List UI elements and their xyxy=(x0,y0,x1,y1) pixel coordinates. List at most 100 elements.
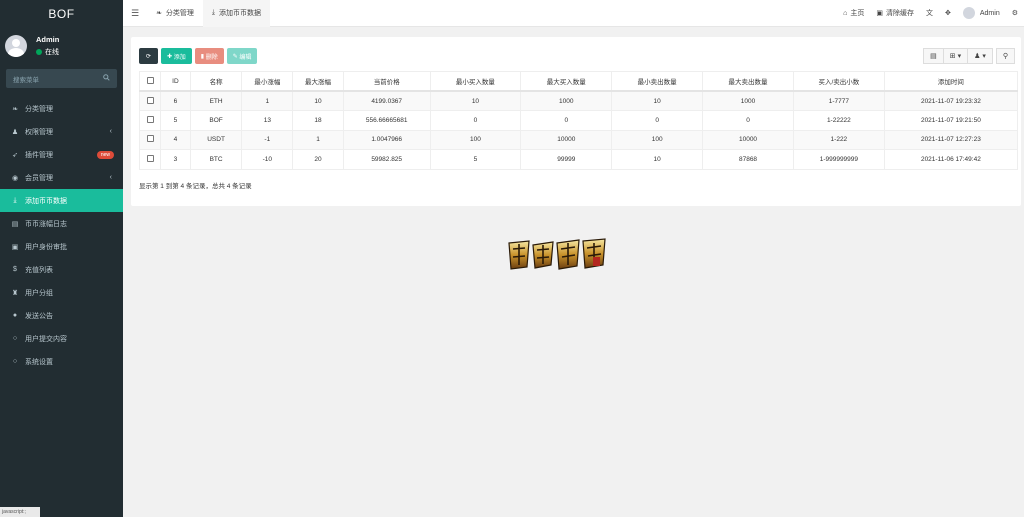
group-icon: ♜ xyxy=(11,289,19,297)
delete-button[interactable]: ▮ 删除 xyxy=(194,48,224,64)
add-button[interactable]: ✚ 添加 xyxy=(161,48,192,64)
select-all-checkbox[interactable] xyxy=(146,76,154,84)
sidebar-item-3[interactable]: ◉ 会员管理 ‹ xyxy=(0,166,123,189)
sidebar-item-7[interactable]: $ 充值列表 xyxy=(0,258,123,281)
table-cell: 10000 xyxy=(520,129,613,150)
tab-add-coin-data[interactable]: ⤓ 添加币币数据 xyxy=(202,0,270,27)
fullscreen-icon: ✥ xyxy=(945,10,951,17)
sidebar-item-label: 会员管理 xyxy=(25,174,53,182)
user-menu-name: Admin xyxy=(979,9,1000,17)
table-search-button[interactable]: ⚲ xyxy=(995,48,1015,64)
column-header[interactable]: 最小买入数量 xyxy=(429,71,522,92)
sidebar-search-input[interactable]: 搜索菜单 xyxy=(13,74,39,84)
table-cell: 5 xyxy=(429,149,522,170)
column-header[interactable]: 最大涨幅 xyxy=(292,71,344,92)
sidebar-item-1[interactable]: ♟ 权限管理 ‹ xyxy=(0,120,123,143)
table-row[interactable]: 3 BTC -10 20 59982.825 5 99999 10 87868 1-9999999… xyxy=(138,149,1019,170)
app-root: BOF Admin 在线 搜索菜单 ❧ 分类管理 ♟ 权限管理 ‹ ➶ 插件管理 new ◉ 会员… xyxy=(0,0,1024,517)
sidebar-item-0[interactable]: ❧ 分类管理 xyxy=(0,97,123,120)
user-menu[interactable]: Admin xyxy=(957,7,1006,19)
app-logo[interactable]: BOF xyxy=(0,0,123,27)
column-header[interactable]: 最大买入数量 xyxy=(520,71,613,92)
tab-category[interactable]: ❧ 分类管理 xyxy=(147,0,203,27)
home-icon: ⌂ xyxy=(843,9,848,17)
table-cell: 1-999999999 xyxy=(792,149,885,170)
table-cell: 0 xyxy=(702,110,794,131)
table-cell: 2021-11-07 19:21:50 xyxy=(883,110,1019,131)
row-select-cell xyxy=(138,90,162,111)
table-cell: 2021-11-06 17:49:42 xyxy=(883,149,1019,170)
user-panel: Admin 在线 xyxy=(0,27,123,65)
sidebar-item-2[interactable]: ➶ 插件管理 new xyxy=(0,143,123,166)
column-header[interactable]: 添加时间 xyxy=(883,71,1019,92)
sidebar-item-11[interactable]: ○ 系统设置 xyxy=(0,350,123,373)
sidebar-item-5[interactable]: ▤ 币币涨幅日志 xyxy=(0,212,123,235)
columns-button[interactable]: ⊞ ▾ xyxy=(943,48,969,64)
clear-cache-link[interactable]: ▣ 清除缓存 xyxy=(870,8,920,18)
table-cell: -1 xyxy=(241,129,294,150)
fullscreen-button[interactable]: ✥ xyxy=(939,9,957,17)
table-cell: 1-222 xyxy=(792,129,885,150)
sidebar-item-label: 充值列表 xyxy=(25,266,53,274)
table-cell: 59982.825 xyxy=(342,149,431,170)
user-name: Admin xyxy=(36,35,60,44)
id-card-icon: ▣ xyxy=(11,243,19,251)
table-cell: 1-22222 xyxy=(792,110,885,131)
settings-button[interactable]: ⚙ xyxy=(1006,9,1024,17)
column-header[interactable]: ID xyxy=(160,71,191,92)
table-row[interactable]: 5 BOF 13 18 556.66665681 0 0 0 0 1-22222 2021-11-0… xyxy=(138,110,1019,131)
sidebar-item-9[interactable]: ● 发送公告 xyxy=(0,304,123,327)
table-cell: 10 xyxy=(429,90,522,111)
toggle-view-button[interactable]: ▤ xyxy=(923,48,944,64)
table-cell: 1000 xyxy=(520,90,613,111)
leaf-icon: ❧ xyxy=(12,105,18,113)
menu-toggle-icon[interactable]: ☰ xyxy=(123,8,147,19)
table-cell: 99999 xyxy=(520,149,613,170)
avatar xyxy=(962,7,975,19)
chevron-left-icon: ‹ xyxy=(109,128,112,135)
table-cell: 13 xyxy=(241,110,294,131)
tab-label: 分类管理 xyxy=(165,10,194,17)
edit-button[interactable]: ✎ 编辑 xyxy=(226,48,258,64)
coin-data-table: ID 名称 最小涨幅 最大涨幅 当前价格 最小买入数量 最大买入数量 最小卖出数量 最大卖出数量… xyxy=(138,71,1019,170)
table-row[interactable]: 6 ETH 1 10 4199.0367 10 1000 10 1000 1-7777 2021-1… xyxy=(138,90,1019,111)
sidebar-item-8[interactable]: ♜ 用户分组 xyxy=(0,281,123,304)
table-cell: 1 xyxy=(292,129,344,150)
megaphone-icon: ● xyxy=(12,312,18,319)
export-button[interactable]: ♟ ▾ xyxy=(968,48,993,64)
column-header[interactable]: 最小涨幅 xyxy=(241,71,294,92)
table-cell: 87868 xyxy=(702,149,794,170)
refresh-button[interactable]: ⟳ xyxy=(139,48,158,64)
table-cell: 100 xyxy=(611,129,704,150)
table-cell: 5 xyxy=(160,110,191,131)
column-header[interactable]: 最小卖出数量 xyxy=(611,71,704,92)
table-cell: 4199.0367 xyxy=(342,90,431,111)
search-icon[interactable] xyxy=(103,74,110,83)
row-checkbox[interactable] xyxy=(146,115,154,123)
column-header[interactable]: 最大卖出数量 xyxy=(702,71,794,92)
table-cell: BTC xyxy=(189,149,243,170)
table-cell: 4 xyxy=(160,129,191,150)
row-checkbox[interactable] xyxy=(146,154,154,162)
search-icon: ⚲ xyxy=(1002,53,1008,60)
row-checkbox[interactable] xyxy=(146,135,154,143)
table-row[interactable]: 4 USDT -1 1 1.0047966 100 10000 100 10000 1-222 20… xyxy=(138,129,1019,150)
sidebar-item-10[interactable]: ○ 用户提交内容 xyxy=(0,327,123,350)
plus-icon: ✚ xyxy=(167,53,174,60)
sidebar-item-label: 用户身份审批 xyxy=(25,243,67,251)
list-icon: ▤ xyxy=(11,220,19,228)
table-cell: 2021-11-07 19:23:32 xyxy=(883,90,1019,111)
column-header[interactable]: 买入/卖出小数 xyxy=(792,71,885,92)
user-status: 在线 xyxy=(36,47,59,57)
row-checkbox[interactable] xyxy=(146,96,154,104)
sidebar-item-6[interactable]: ▣ 用户身份审批 xyxy=(0,235,123,258)
sidebar-search[interactable]: 搜索菜单 xyxy=(6,69,117,88)
translate-button[interactable]: 文 xyxy=(920,8,939,18)
sidebar-item-label: 添加币币数据 xyxy=(25,197,67,205)
table-cell: 10000 xyxy=(702,129,794,150)
translate-icon: 文 xyxy=(926,10,933,17)
column-header[interactable]: 名称 xyxy=(189,71,243,92)
column-header[interactable]: 当前价格 xyxy=(342,71,431,92)
sidebar-item-4[interactable]: ⤓ 添加币币数据 xyxy=(0,189,123,212)
home-link[interactable]: ⌂ 主页 xyxy=(837,8,870,18)
